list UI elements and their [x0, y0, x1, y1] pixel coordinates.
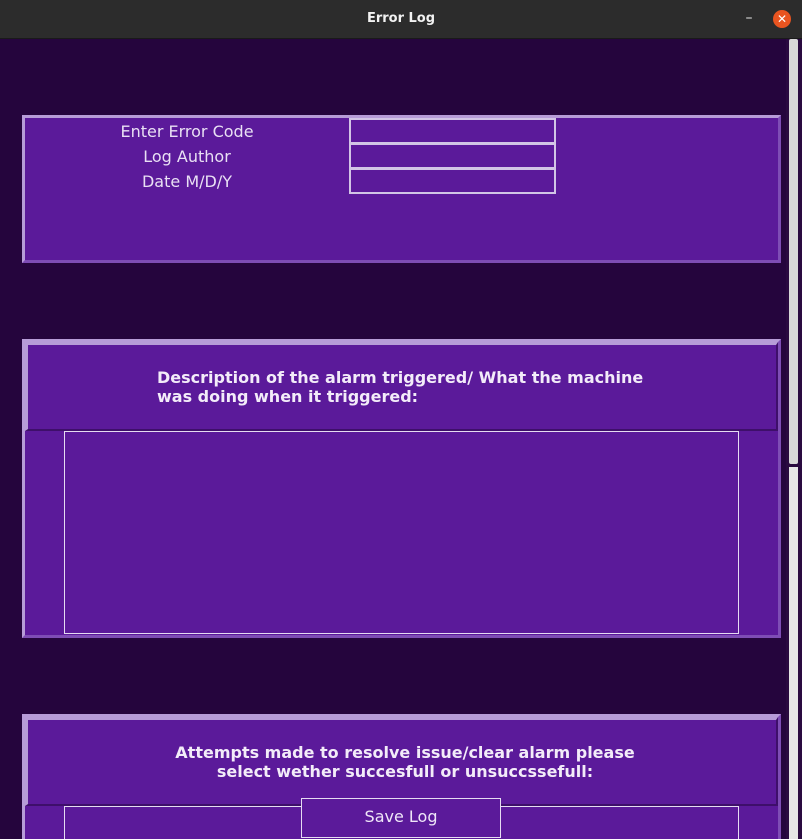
date-field[interactable] [349, 168, 556, 194]
error-code-field[interactable] [349, 118, 556, 144]
close-icon[interactable]: ✕ [773, 10, 791, 28]
title-bar: Error Log – ✕ [0, 0, 802, 39]
description-textarea[interactable] [64, 431, 739, 634]
author-label: Log Author [143, 147, 231, 166]
minimize-icon[interactable]: – [742, 10, 756, 26]
resolution-heading: Attempts made to resolve issue/clear ala… [175, 743, 635, 781]
window-title: Error Log [366, 11, 436, 26]
description-heading: Description of the alarm triggered/ What… [157, 368, 644, 406]
author-field[interactable] [349, 143, 556, 169]
scrollbar-thumb[interactable] [789, 39, 798, 464]
date-label: Date M/D/Y [141, 172, 232, 191]
main-area: Enter Error Code Log Author Date M/D/Y D… [0, 39, 802, 839]
error-code-label: Enter Error Code [120, 122, 254, 141]
scrollbar-track[interactable] [789, 467, 798, 839]
vertical-scrollbar[interactable] [786, 39, 802, 839]
save-log-button[interactable]: Save Log [301, 798, 501, 838]
